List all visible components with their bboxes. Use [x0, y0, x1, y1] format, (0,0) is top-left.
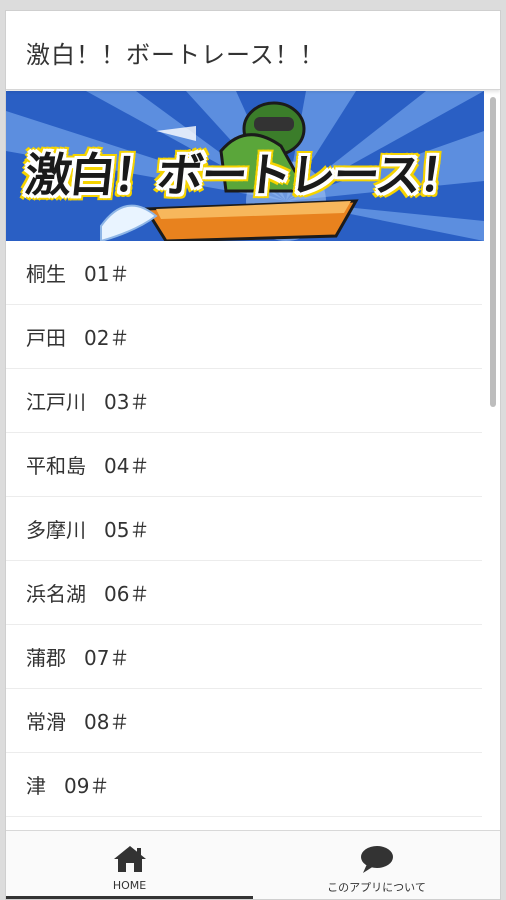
device-frame: 激白！！ボートレース！！ 激白！ボートレース！ 桐生 01＃ 戸田 02＃ 江戸…: [0, 0, 506, 900]
venue-name: 蒲郡: [26, 646, 66, 670]
list-item[interactable]: 蒲郡 07＃: [6, 625, 482, 689]
banner-image: 激白！ボートレース！: [6, 91, 484, 241]
list-item[interactable]: 常滑 08＃: [6, 689, 482, 753]
venue-name: 桐生: [26, 262, 66, 286]
venue-name: 戸田: [26, 326, 66, 350]
list-item[interactable]: 戸田 02＃: [6, 305, 482, 369]
venue-code: 03＃: [104, 390, 150, 414]
scroll-content[interactable]: 激白！ボートレース！ 桐生 01＃ 戸田 02＃ 江戸川 03＃ 平和島 04＃: [6, 91, 492, 833]
scrollbar-thumb[interactable]: [490, 97, 496, 407]
venue-name: 浜名湖: [26, 582, 86, 606]
venue-name: 多摩川: [26, 518, 86, 542]
venue-code: 08＃: [84, 710, 130, 734]
venue-name: 平和島: [26, 454, 86, 478]
list-item[interactable]: 桐生 01＃: [6, 241, 482, 305]
home-icon: [112, 843, 148, 875]
venue-code: 01＃: [84, 262, 130, 286]
list-item[interactable]: 多摩川 05＃: [6, 497, 482, 561]
venue-list: 桐生 01＃ 戸田 02＃ 江戸川 03＃ 平和島 04＃ 多摩川 05＃ 浜名…: [6, 241, 482, 817]
bottom-navigation: HOME このアプリについて: [6, 830, 500, 899]
app-window: 激白！！ボートレース！！ 激白！ボートレース！ 桐生 01＃ 戸田 02＃ 江戸…: [5, 10, 501, 900]
nav-about-label: このアプリについて: [327, 881, 426, 894]
list-item[interactable]: 平和島 04＃: [6, 433, 482, 497]
page-title: 激白！！ボートレース！！: [26, 41, 325, 69]
venue-code: 06＃: [104, 582, 150, 606]
venue-name: 津: [26, 774, 46, 798]
speech-bubble-icon: [359, 843, 395, 875]
list-item[interactable]: 江戸川 03＃: [6, 369, 482, 433]
venue-code: 07＃: [84, 646, 130, 670]
nav-about[interactable]: このアプリについて: [253, 831, 500, 899]
venue-code: 05＃: [104, 518, 150, 542]
list-item[interactable]: 浜名湖 06＃: [6, 561, 482, 625]
nav-home[interactable]: HOME: [6, 831, 253, 899]
list-item[interactable]: 津 09＃: [6, 753, 482, 817]
venue-name: 江戸川: [26, 390, 86, 414]
app-header: 激白！！ボートレース！！: [6, 11, 500, 90]
venue-code: 09＃: [64, 774, 110, 798]
venue-name: 常滑: [26, 710, 66, 734]
active-tab-indicator: [6, 896, 253, 899]
banner-title: 激白！ボートレース！: [22, 148, 467, 202]
venue-code: 04＃: [104, 454, 150, 478]
nav-home-label: HOME: [112, 879, 147, 892]
venue-code: 02＃: [84, 326, 130, 350]
